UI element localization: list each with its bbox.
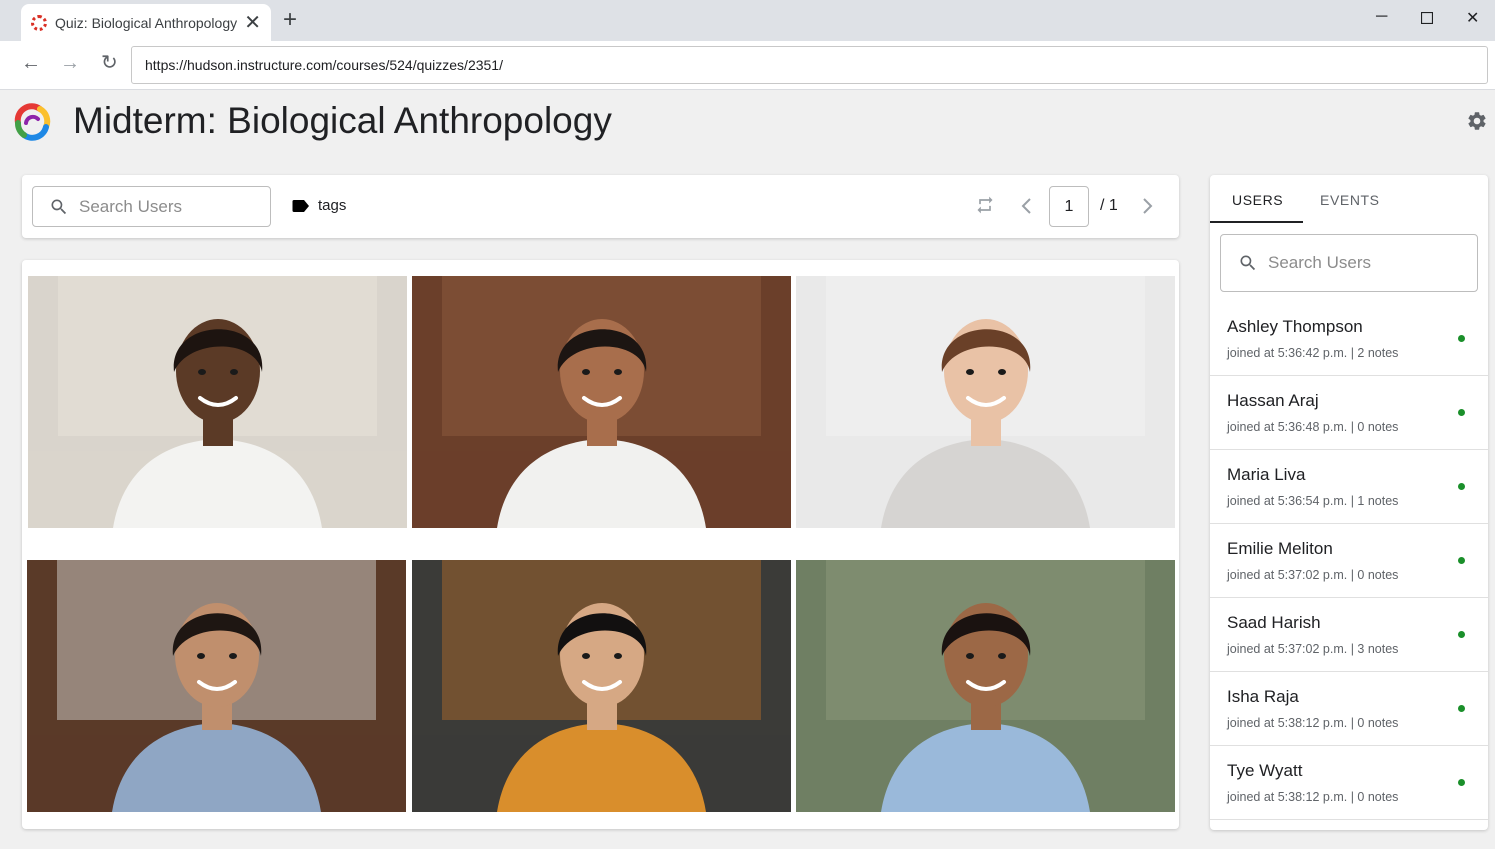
address-bar[interactable]: https://hudson.instructure.com/courses/5… [131, 46, 1488, 84]
app-logo-icon [10, 101, 54, 141]
online-status-icon [1458, 483, 1465, 490]
tab-users[interactable]: USERS [1232, 192, 1283, 208]
webcam-video-icon [796, 276, 1175, 528]
user-name: Maria Liva [1227, 465, 1306, 484]
participants-panel: USERS EVENTS Ashley Thompson joined at 5… [1210, 175, 1488, 830]
browser-tabstrip: Quiz: Biological Anthropology ✕ + ─ ✕ [0, 0, 1495, 41]
tags-label: tags [318, 197, 347, 214]
user-name: Emilie Meliton [1227, 539, 1333, 558]
online-status-icon [1458, 557, 1465, 564]
webcam-video-icon [796, 560, 1175, 812]
panel-search-input[interactable] [1268, 253, 1448, 273]
user-list: Ashley Thompson joined at 5:36:42 p.m. |… [1210, 302, 1488, 820]
repeat-icon[interactable] [975, 195, 995, 220]
user-meta: joined at 5:36:54 p.m. | 1 notes [1227, 494, 1399, 508]
video-tile[interactable] [412, 560, 791, 812]
user-name: Hassan Araj [1227, 391, 1319, 410]
video-tile[interactable] [412, 276, 791, 528]
user-meta: joined at 5:37:02 p.m. | 3 notes [1227, 642, 1399, 656]
online-status-icon [1458, 705, 1465, 712]
user-list-item[interactable]: Isha Raja joined at 5:38:12 p.m. | 0 not… [1210, 672, 1488, 746]
video-tile[interactable] [796, 276, 1175, 528]
page-number-field[interactable]: 1 [1049, 186, 1089, 227]
search-icon [1240, 255, 1256, 271]
maximize-window-icon[interactable] [1420, 11, 1434, 29]
tag-icon [292, 199, 309, 212]
user-list-item[interactable]: Hassan Araj joined at 5:36:48 p.m. | 0 n… [1210, 376, 1488, 450]
user-list-item[interactable]: Emilie Meliton joined at 5:37:02 p.m. | … [1210, 524, 1488, 598]
user-list-item[interactable]: Tye Wyatt joined at 5:38:12 p.m. | 0 not… [1210, 746, 1488, 820]
page-title: Midterm: Biological Anthropology [73, 100, 612, 141]
user-meta: joined at 5:37:02 p.m. | 0 notes [1227, 568, 1399, 582]
online-status-icon [1458, 779, 1465, 786]
online-status-icon [1458, 409, 1465, 416]
user-name: Saad Harish [1227, 613, 1321, 632]
forward-arrow-icon[interactable]: → [60, 53, 80, 73]
webcam-video-icon [27, 560, 406, 812]
webcam-video-icon [412, 276, 791, 528]
filter-bar: tags 1 / 1 [22, 175, 1179, 238]
video-tile[interactable] [796, 560, 1175, 812]
tab-events[interactable]: EVENTS [1320, 192, 1380, 208]
back-arrow-icon[interactable]: ← [21, 53, 41, 73]
reload-icon[interactable]: ↻ [101, 53, 118, 73]
online-status-icon [1458, 631, 1465, 638]
webcam-video-icon [412, 560, 791, 812]
video-tile[interactable] [28, 276, 407, 528]
video-grid [22, 260, 1179, 829]
new-tab-button[interactable]: + [283, 8, 297, 32]
close-window-icon[interactable]: ✕ [1466, 8, 1479, 28]
panel-search-field[interactable] [1220, 234, 1478, 292]
browser-tab-title: Quiz: Biological Anthropology [55, 14, 238, 31]
webcam-video-icon [28, 276, 407, 528]
search-users-field[interactable] [32, 186, 271, 227]
video-tile[interactable] [27, 560, 406, 812]
online-status-icon [1458, 335, 1465, 342]
user-name: Ashley Thompson [1227, 317, 1363, 336]
user-meta: joined at 5:36:48 p.m. | 0 notes [1227, 420, 1399, 434]
user-meta: joined at 5:38:12 p.m. | 0 notes [1227, 790, 1399, 804]
minimize-window-icon[interactable]: ─ [1376, 8, 1387, 26]
user-name: Tye Wyatt [1227, 761, 1303, 780]
browser-tab[interactable]: Quiz: Biological Anthropology ✕ [21, 4, 271, 41]
user-list-item[interactable]: Maria Liva joined at 5:36:54 p.m. | 1 no… [1210, 450, 1488, 524]
user-list-item[interactable]: Saad Harish joined at 5:37:02 p.m. | 3 n… [1210, 598, 1488, 672]
next-page-icon[interactable] [1138, 195, 1156, 222]
browser-toolbar: ← → ↻ https://hudson.instructure.com/cou… [0, 41, 1495, 90]
tags-filter[interactable]: tags [292, 197, 346, 214]
active-tab-indicator [1210, 221, 1303, 223]
close-tab-icon[interactable]: ✕ [244, 13, 261, 33]
search-icon [51, 199, 67, 214]
search-users-input[interactable] [79, 196, 259, 217]
user-list-item[interactable]: Ashley Thompson joined at 5:36:42 p.m. |… [1210, 302, 1488, 376]
user-name: Isha Raja [1227, 687, 1299, 706]
previous-page-icon[interactable] [1018, 195, 1036, 222]
user-meta: joined at 5:36:42 p.m. | 2 notes [1227, 346, 1399, 360]
gear-icon[interactable] [1466, 110, 1488, 132]
user-meta: joined at 5:38:12 p.m. | 0 notes [1227, 716, 1399, 730]
canvas-favicon-icon [31, 14, 47, 31]
page-total: / 1 [1100, 197, 1118, 214]
